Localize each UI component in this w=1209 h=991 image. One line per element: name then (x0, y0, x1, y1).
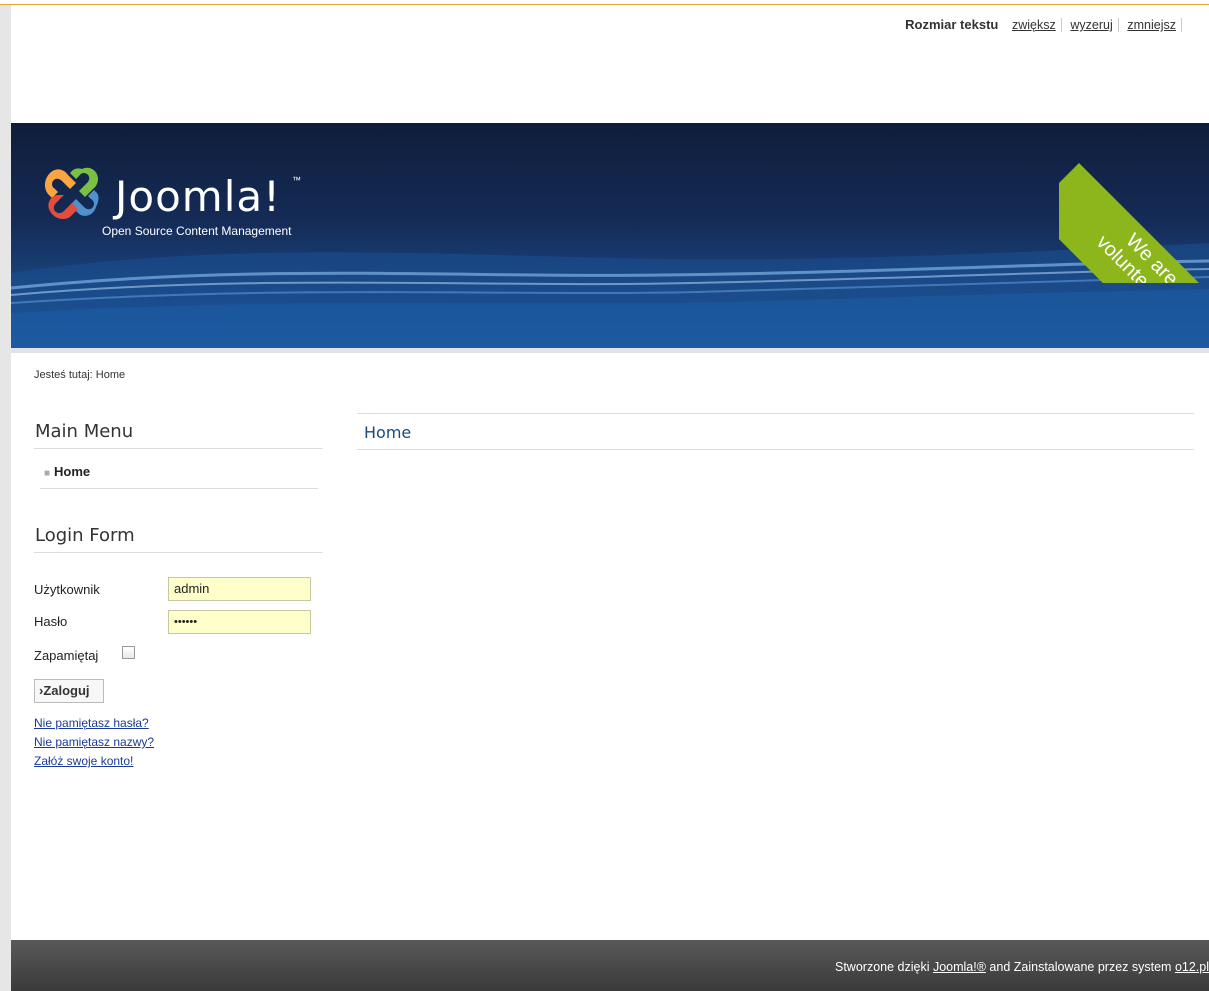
volunteers-ribbon: We are volunteers ! (1059, 123, 1209, 283)
username-input[interactable]: admin (168, 577, 311, 601)
password-label: Hasło (34, 614, 68, 629)
site-tagline: Open Source Content Management (102, 224, 292, 238)
joomla-logo-text: Joomla! (115, 172, 281, 221)
login-form-divider (34, 552, 323, 553)
forgot-username-link[interactable]: Nie pamiętasz nazwy? (34, 735, 154, 749)
page-title: Home (364, 423, 412, 442)
top-accent-rule (0, 4, 1209, 5)
font-size-bar: Rozmiar tekstu zwiększ wyzeruj zmniejsz (905, 17, 1182, 32)
footer-prefix: Stworzone dzięki (835, 960, 933, 974)
joomla-logo-icon (44, 167, 99, 219)
header-waves-decoration (11, 243, 1209, 348)
username-label: Użytkownik (34, 582, 100, 597)
o12-footer-link[interactable]: o12.pl (1175, 960, 1209, 974)
bullet-icon: ■ (44, 468, 51, 479)
menu-item-label: Home (54, 464, 91, 479)
breadcrumb: Jesteś tutaj: Home (34, 369, 126, 381)
main-menu-divider (34, 448, 323, 449)
menu-item-home[interactable]: ■ Home (44, 464, 90, 479)
register-link[interactable]: Załóż swoje konto! (34, 754, 133, 768)
content-top-divider (357, 413, 1194, 414)
remember-checkbox[interactable] (122, 646, 135, 659)
login-form-title: Login Form (35, 525, 135, 546)
footer-middle: and Zainstalowane przez system (985, 960, 1175, 974)
joomla-footer-link[interactable]: Joomla!® (933, 960, 986, 974)
header-bottom-strip (11, 348, 1209, 353)
volunteers-ribbon-text: We are volunteers ! (1059, 163, 1209, 283)
password-input[interactable]: •••••• (168, 610, 311, 634)
trademark-mark: ™ (292, 175, 301, 185)
content-title-divider (357, 449, 1194, 450)
font-size-decrease-link[interactable]: zmniejsz (1122, 18, 1182, 32)
footer-credits: Stworzone dzięki Joomla!® and Zainstalow… (835, 960, 1209, 974)
font-size-label: Rozmiar tekstu (905, 17, 999, 32)
left-page-border (0, 5, 11, 991)
site-header: Joomla! ™ Open Source Content Management… (11, 123, 1209, 348)
font-size-reset-link[interactable]: wyzeruj (1065, 18, 1119, 32)
login-button[interactable]: ›Zaloguj (34, 679, 104, 703)
main-menu-title: Main Menu (35, 421, 134, 442)
site-footer: Stworzone dzięki Joomla!® and Zainstalow… (11, 940, 1209, 991)
remember-label: Zapamiętaj (34, 648, 99, 663)
menu-item-divider (40, 488, 318, 489)
forgot-password-link[interactable]: Nie pamiętasz hasła? (34, 716, 149, 730)
font-size-increase-link[interactable]: zwiększ (1006, 18, 1062, 32)
